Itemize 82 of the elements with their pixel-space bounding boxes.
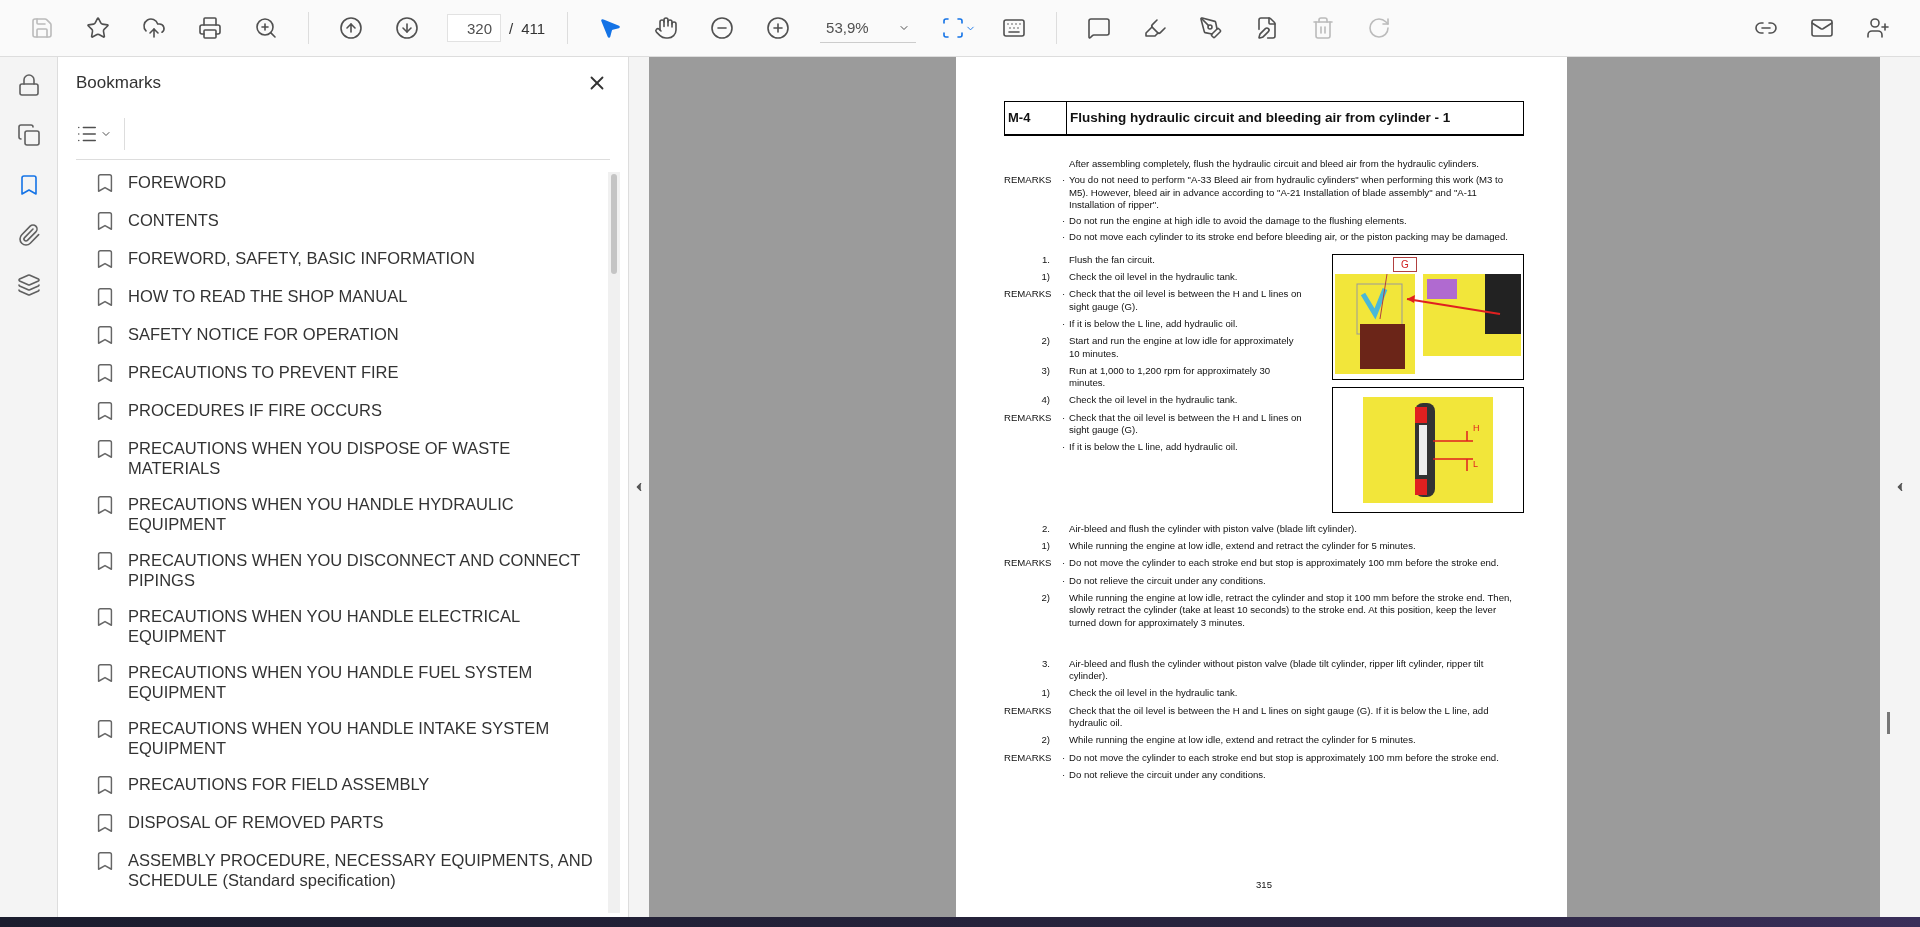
instruction-text: Do not run the engine at high idle to avoid the damage to the flushing elements.	[1069, 215, 1408, 228]
bullet: ·	[1060, 768, 1067, 782]
bookmark-item[interactable]: PRECAUTIONS TO PREVENT FIRE	[128, 362, 593, 382]
bookmark-item[interactable]: CONTENTS	[128, 210, 593, 230]
instruction-text: You do not need to perform "A-33 Bleed air from hydraulic cylinders" when performing this work (M3 to M5). However, bleed air in advance according to "A-21 Installation of blade assembly" and "A-11 Installation of ripper".	[1069, 174, 1505, 212]
instruction-text: Do not move the cylinder to each stroke end but stop is approximately 100 mm before the stroke end.	[1069, 751, 1500, 764]
step-number: 1)	[1040, 271, 1051, 284]
scrollbar-thumb[interactable]	[1887, 712, 1890, 734]
page-total: 411	[521, 19, 546, 37]
bookmark-item[interactable]: FOREWORD	[128, 172, 593, 192]
step-number: 3)	[1040, 364, 1051, 378]
instruction-text: While running the engine at low idle, retract the cylinder and stop it 100 mm before the stroke end. Then, slowly retract the cylinder (take at least 10 seconds) to the stroke end. At this position, keep the lever turned down for approximately 3 minutes.	[1069, 591, 1513, 629]
zoom-dropdown[interactable]: 53,9%	[820, 13, 917, 43]
bookmark-item[interactable]: FOREWORD, SAFETY, BASIC INFORMATION	[128, 248, 593, 268]
remarks-label: REMARKS	[1004, 174, 1053, 188]
bullet: ·	[1060, 288, 1067, 302]
step-number: 2)	[1040, 734, 1051, 747]
instruction-text: Start and run the engine at low idle for approximately 10 minutes.	[1069, 335, 1295, 360]
bookmark-item[interactable]: PRECAUTIONS WHEN YOU DISPOSE OF WASTE MATERIALS	[128, 438, 593, 478]
gauge-label: L	[1473, 457, 1478, 471]
bookmark-item[interactable]: PRECAUTIONS WHEN YOU HANDLE HYDRAULIC EQUIPMENT	[128, 494, 593, 534]
instruction-text: While running the engine at low idle, extend and retract the cylinder for 5 minutes.	[1069, 734, 1417, 747]
instruction-text: Check the oil level in the hydraulic tank.	[1069, 271, 1239, 284]
bullet: ·	[1060, 411, 1067, 425]
bookmark-item[interactable]: PRECAUTIONS WHEN YOU HANDLE INTAKE SYSTEM EQUIPMENT	[128, 718, 593, 758]
bullet: ·	[1060, 557, 1067, 570]
instruction-text: Do not move each cylinder to its stroke end before bleeding air, or the piston packing may be damaged.	[1069, 231, 1509, 244]
bullet: ·	[1060, 751, 1067, 764]
page-number-field[interactable]: 320	[447, 14, 501, 42]
bookmark-item[interactable]: PRECAUTIONS WHEN YOU HANDLE FUEL SYSTEM EQUIPMENT	[128, 662, 593, 702]
instruction-text: Air-bleed and flush the cylinder without piston valve (blade tilt cylinder, ripper lift cylinder, ripper tilt cylinder).	[1069, 657, 1485, 683]
instruction-text: After assembling completely, flush the hydraulic circuit and bleed air from the hydraulic cylinders.	[1069, 158, 1480, 171]
callout-label: G	[1393, 256, 1417, 272]
gauge-label: H	[1473, 421, 1480, 435]
instruction-text: Check that the oil level is between the H and L lines on sight gauge (G).	[1069, 411, 1303, 437]
bookmark-item[interactable]: PRECAUTIONS FOR FIELD ASSEMBLY	[128, 774, 593, 794]
step-number: 1.	[1041, 253, 1051, 267]
bookmark-item[interactable]: HOW TO READ THE SHOP MANUAL	[128, 286, 593, 306]
instruction-text: Check the oil level in the hydraulic tank.	[1069, 394, 1239, 407]
bookmark-item[interactable]: PRECAUTIONS WHEN YOU HANDLE ELECTRICAL EQUIPMENT	[128, 606, 593, 646]
instruction-text: If it is below the L line, add hydraulic oil.	[1069, 441, 1239, 454]
step-number: 3.	[1041, 657, 1051, 671]
bullet: ·	[1060, 317, 1067, 331]
remarks-label: REMARKS	[1004, 411, 1053, 425]
remarks-label: REMARKS	[1004, 557, 1053, 570]
step-number: 2)	[1040, 335, 1051, 349]
section-title: Flushing hydraulic circuit and bleeding air from cylinder - 1	[1069, 108, 1452, 127]
page-separator: /	[509, 19, 514, 37]
instruction-text: Do not relieve the circuit under any conditions.	[1069, 574, 1267, 587]
instruction-text: Air-bleed and flush the cylinder with piston valve (blade lift cylinder).	[1069, 522, 1358, 536]
section-code: M-4	[1005, 102, 1067, 134]
bookmark-item[interactable]: DISPOSAL OF REMOVED PARTS	[128, 812, 593, 832]
bullet: ·	[1060, 174, 1067, 188]
instruction-text: Do not relieve the circuit under any conditions.	[1069, 768, 1267, 782]
instruction-text: Check the oil level in the hydraulic tank.	[1069, 687, 1239, 700]
bullet: ·	[1060, 215, 1067, 228]
remarks-label: REMARKS	[1004, 288, 1053, 302]
bullet: ·	[1060, 441, 1067, 454]
remarks-label: REMARKS	[1004, 751, 1053, 764]
bookmark-item[interactable]: SAFETY NOTICE FOR OPERATION	[128, 324, 593, 344]
step-number: 4)	[1040, 394, 1051, 407]
step-number: 1)	[1040, 687, 1051, 700]
step-number: 2.	[1041, 522, 1051, 536]
instruction-text: Run at 1,000 to 1,200 rpm for approximately 30 minutes.	[1069, 364, 1272, 390]
instruction-text: Check that the oil level is between the H and L lines on sight gauge (G).	[1069, 288, 1303, 313]
instruction-text: Do not move the cylinder to each stroke end but stop is approximately 100 mm before the stroke end.	[1069, 557, 1500, 570]
bookmark-item[interactable]: PRECAUTIONS WHEN YOU DISCONNECT AND CONNECT PIPINGS	[128, 550, 593, 590]
instruction-text: Check that the oil level is between the H and L lines on sight gauge (G). If it is below the L line, add hydraulic oil.	[1069, 704, 1490, 730]
bullet: ·	[1060, 231, 1067, 244]
panel-title: Bookmarks	[76, 73, 162, 93]
step-number: 1)	[1040, 540, 1051, 553]
instruction-text: Flush the fan circuit.	[1069, 253, 1156, 267]
bullet: ·	[1060, 574, 1067, 587]
page-number: 315	[1256, 878, 1272, 891]
remarks-label: REMARKS	[1004, 704, 1053, 718]
bookmark-item[interactable]: ASSEMBLY PROCEDURE, NECESSARY EQUIPMENTS, AND SCHEDULE (Standard specification)	[128, 850, 593, 890]
step-number: 2)	[1040, 591, 1051, 605]
instruction-text: While running the engine at low idle, extend and retract the cylinder for 5 minutes.	[1069, 540, 1417, 553]
options-menu-icon[interactable]	[76, 118, 125, 150]
bookmark-item[interactable]: PROCEDURES IF FIRE OCCURS	[128, 400, 593, 420]
instruction-text: If it is below the L line, add hydraulic oil.	[1069, 317, 1239, 331]
scrollbar-thumb[interactable]	[611, 174, 617, 274]
